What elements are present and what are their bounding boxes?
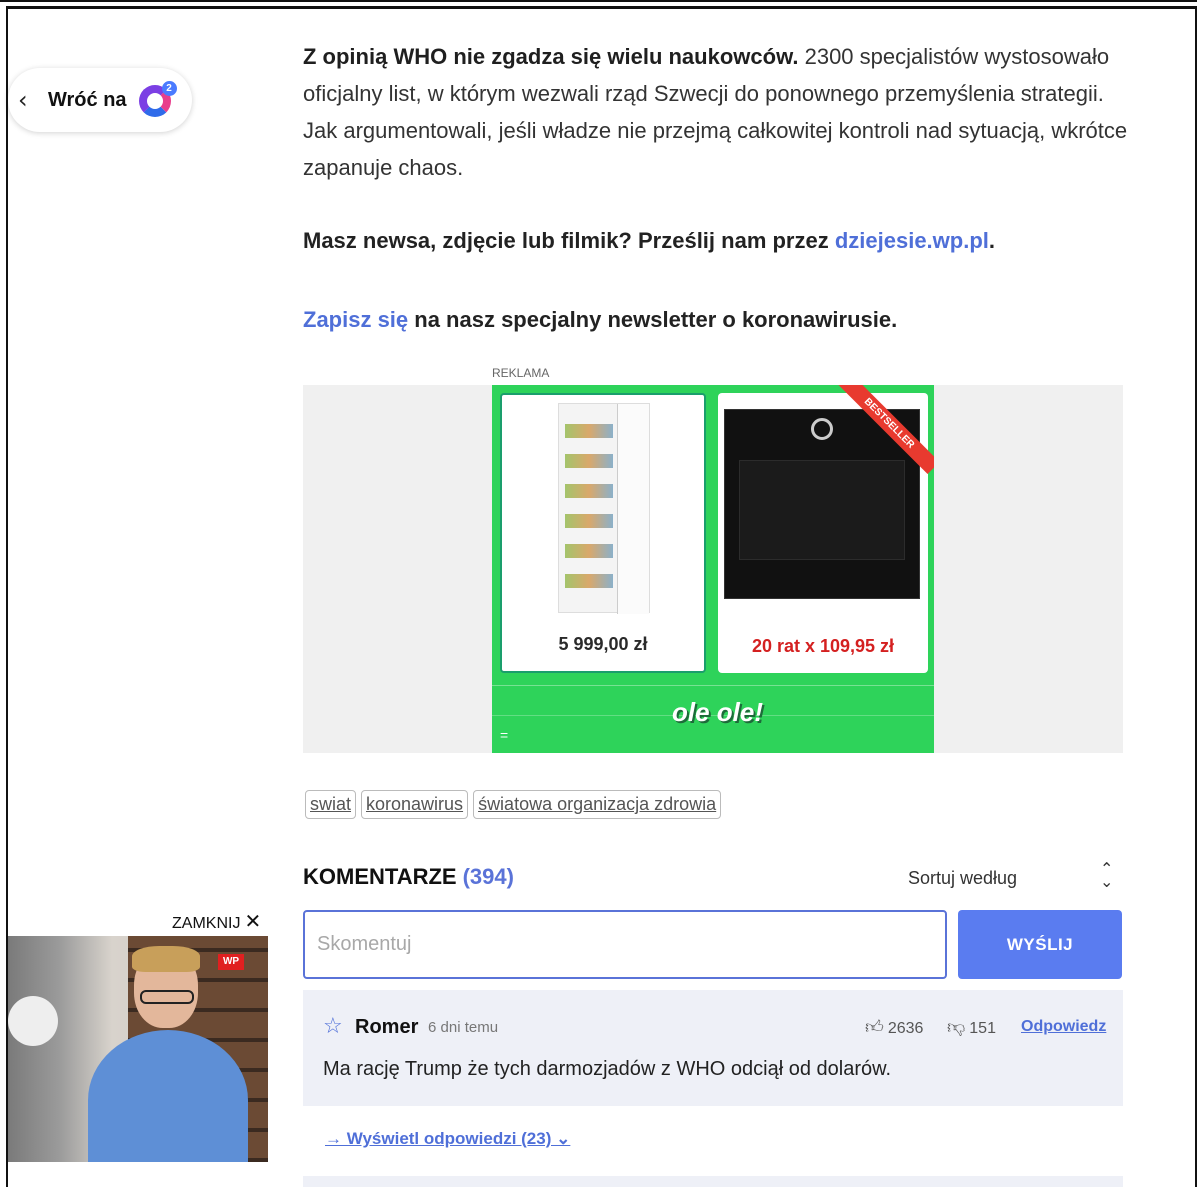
sort-label[interactable]: Sortuj według — [908, 868, 1017, 889]
thumbs-down-icon: 👎︎ — [947, 1017, 966, 1038]
o2-logo-icon: 2 — [138, 81, 177, 119]
tag-swiat[interactable]: swiat — [305, 790, 357, 819]
product-installment-price: 20 rat x 109,95 zł — [751, 636, 895, 656]
newsletter-signup-link[interactable]: Zapisz się — [303, 307, 408, 332]
sort-toggle-icon[interactable]: ⌃ ⌄ — [1100, 861, 1113, 890]
comment-item: ☆ Romer 6 dni temu 👍︎ 2636 👎︎ 151 Odpowied… — [303, 990, 1123, 1106]
back-label: Wróć na — [48, 88, 127, 111]
dislike-button[interactable]: 👎︎ 151 — [947, 1016, 996, 1038]
video-player[interactable]: WP — [8, 936, 268, 1162]
send-comment-button[interactable]: WYŚLIJ — [958, 910, 1122, 979]
ad-label: REKLAMA — [492, 366, 550, 380]
reply-button[interactable]: Odpowiedz — [1021, 1018, 1106, 1036]
comments-heading: KOMENTARZE (394) — [303, 864, 514, 889]
fridge-image — [558, 403, 650, 614]
product-price: 5 999,00 zł — [558, 634, 648, 654]
ad-product-oven[interactable]: BESTSELLER 20 rat x 109,95 zł — [718, 385, 934, 673]
article-paragraph: Z opinią WHO nie zgadza się wielu naukow… — [303, 44, 1128, 180]
ole-ole-logo: ole ole! — [672, 697, 764, 727]
close-icon: ✕ — [244, 909, 262, 933]
comment-text: Ma rację Trump że tych darmozjadów z WHO… — [323, 1058, 891, 1080]
like-button[interactable]: 👍︎ 2636 — [865, 1016, 923, 1038]
news-tip-line: Masz newsa, zdjęcie lub filmik? Prześlij… — [303, 228, 996, 253]
newsletter-line: Zapisz się na nasz specjalny newsletter … — [303, 307, 898, 332]
comment-input[interactable] — [303, 910, 947, 979]
thumbs-up-icon: 👍︎ — [865, 1017, 884, 1038]
ad-menu-icon[interactable]: = — [500, 727, 508, 743]
close-video-button[interactable]: ZAMKNIJ ✕ — [164, 906, 270, 936]
next-comment-item — [303, 1176, 1123, 1187]
tag-koronawirus[interactable]: koronawirus — [361, 790, 469, 819]
ad-product-fridge[interactable]: 5 999,00 zł — [500, 393, 706, 673]
tag-list: swiat koronawirus światowa organizacja z… — [305, 790, 722, 819]
article-body: Z opinią WHO nie zgadza się wielu naukow… — [303, 38, 1133, 186]
comment-time: 6 dni temu — [428, 1019, 499, 1036]
show-replies-link[interactable]: → Wyświetl odpowiedzi (23) ⌄ — [325, 1129, 570, 1149]
wp-logo-icon: WP — [218, 954, 244, 970]
dziejesie-link[interactable]: dziejesie.wp.pl — [835, 228, 989, 253]
back-button[interactable]: ‹ Wróć na 2 — [8, 68, 192, 132]
ad-banner[interactable]: 5 999,00 zł BESTSELLER 20 rat x 109,95 z… — [492, 385, 934, 753]
comment-author[interactable]: Romer — [355, 1016, 418, 1039]
chevron-left-icon: ‹ — [18, 86, 28, 114]
window-top-border — [0, 0, 1197, 2]
tag-who[interactable]: światowa organizacja zdrowia — [473, 790, 722, 819]
comments-count: (394) — [462, 864, 514, 889]
star-icon[interactable]: ☆ — [323, 1014, 343, 1039]
